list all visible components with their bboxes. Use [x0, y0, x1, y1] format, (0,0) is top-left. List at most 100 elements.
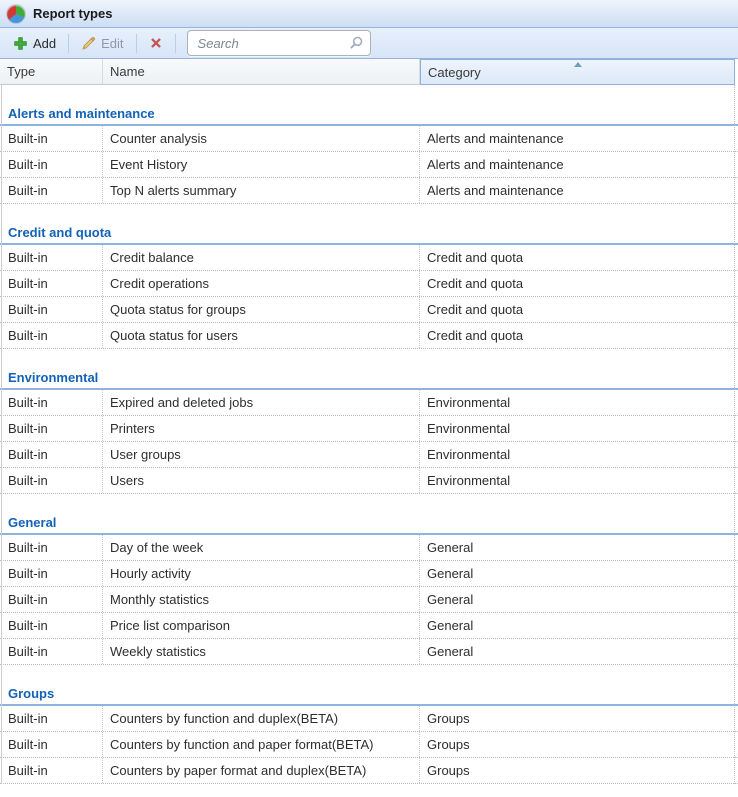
- category-group: Credit and quotaBuilt-inCredit balanceCr…: [0, 204, 738, 349]
- toolbar-separator: [68, 34, 69, 53]
- cell-type: Built-in: [0, 587, 103, 612]
- window-title: Report types: [33, 6, 112, 21]
- table-row[interactable]: Built-inTop N alerts summaryAlerts and m…: [0, 178, 738, 204]
- cell-category: Environmental: [420, 390, 734, 415]
- table-row[interactable]: Built-inCredit balanceCredit and quota: [0, 245, 738, 271]
- table-row[interactable]: Built-inWeekly statisticsGeneral: [0, 639, 738, 665]
- cell-type: Built-in: [0, 297, 103, 322]
- cell-name: Counters by paper format and duplex(BETA…: [103, 758, 420, 783]
- cell-name: Event History: [103, 152, 420, 177]
- column-header-row: Type Name Category: [0, 59, 738, 85]
- cell-name: Weekly statistics: [103, 639, 420, 664]
- category-group: GroupsBuilt-inCounters by function and d…: [0, 665, 738, 784]
- toolbar: Add Edit: [0, 28, 738, 59]
- group-header-label: Groups: [0, 665, 738, 704]
- cell-name: Expired and deleted jobs: [103, 390, 420, 415]
- table-row[interactable]: Built-inCounters by function and duplex(…: [0, 706, 738, 732]
- table-left-border: [1, 85, 2, 784]
- cell-category: Credit and quota: [420, 297, 734, 322]
- table-right-border: [734, 85, 735, 784]
- table-row[interactable]: Built-inCounters by function and paper f…: [0, 732, 738, 758]
- edit-button[interactable]: Edit: [76, 33, 128, 54]
- cell-category: Alerts and maintenance: [420, 178, 734, 203]
- delete-button[interactable]: [144, 33, 168, 53]
- cell-category: General: [420, 613, 734, 638]
- group-header-label: Credit and quota: [0, 204, 738, 243]
- cell-category: Environmental: [420, 442, 734, 467]
- group-header-label: General: [0, 494, 738, 533]
- cell-category: Groups: [420, 706, 734, 731]
- cell-name: Counters by function and paper format(BE…: [103, 732, 420, 757]
- cell-category: Credit and quota: [420, 323, 734, 348]
- cell-type: Built-in: [0, 416, 103, 441]
- table-row[interactable]: Built-inCounter analysisAlerts and maint…: [0, 126, 738, 152]
- table-row[interactable]: Built-inCounters by paper format and dup…: [0, 758, 738, 784]
- cell-type: Built-in: [0, 152, 103, 177]
- toolbar-separator: [175, 34, 176, 53]
- cell-name: Users: [103, 468, 420, 493]
- cell-type: Built-in: [0, 271, 103, 296]
- cell-type: Built-in: [0, 758, 103, 783]
- cell-type: Built-in: [0, 732, 103, 757]
- column-header-type[interactable]: Type: [0, 59, 103, 85]
- category-group: GeneralBuilt-inDay of the weekGeneralBui…: [0, 494, 738, 665]
- table-row[interactable]: Built-inUsersEnvironmental: [0, 468, 738, 494]
- table-row[interactable]: Built-inDay of the weekGeneral: [0, 535, 738, 561]
- category-group: Alerts and maintenanceBuilt-inCounter an…: [0, 85, 738, 204]
- column-header-category-label: Category: [428, 65, 481, 80]
- cell-category: General: [420, 639, 734, 664]
- cell-category: Environmental: [420, 468, 734, 493]
- column-header-name-label: Name: [110, 64, 145, 79]
- column-header-category[interactable]: Category: [420, 59, 735, 85]
- cell-name: Day of the week: [103, 535, 420, 560]
- table-row[interactable]: Built-inPrintersEnvironmental: [0, 416, 738, 442]
- cell-name: Counters by function and duplex(BETA): [103, 706, 420, 731]
- add-button[interactable]: Add: [8, 33, 61, 54]
- table-row[interactable]: Built-inExpired and deleted jobsEnvironm…: [0, 390, 738, 416]
- table-row[interactable]: Built-inEvent HistoryAlerts and maintena…: [0, 152, 738, 178]
- cell-category: Groups: [420, 732, 734, 757]
- table-row[interactable]: Built-inPrice list comparisonGeneral: [0, 613, 738, 639]
- cell-type: Built-in: [0, 178, 103, 203]
- search-input[interactable]: [196, 35, 348, 52]
- table-row[interactable]: Built-inUser groupsEnvironmental: [0, 442, 738, 468]
- cell-type: Built-in: [0, 126, 103, 151]
- cell-name: Credit balance: [103, 245, 420, 270]
- cell-type: Built-in: [0, 442, 103, 467]
- cell-name: Quota status for users: [103, 323, 420, 348]
- cell-type: Built-in: [0, 535, 103, 560]
- cell-type: Built-in: [0, 639, 103, 664]
- title-bar: Report types: [0, 0, 738, 28]
- cell-category: Credit and quota: [420, 245, 734, 270]
- table-row[interactable]: Built-inCredit operationsCredit and quot…: [0, 271, 738, 297]
- table-row[interactable]: Built-inQuota status for groupsCredit an…: [0, 297, 738, 323]
- plus-icon: [13, 36, 28, 51]
- column-header-name[interactable]: Name: [103, 59, 420, 85]
- search-box: [187, 30, 371, 56]
- cell-type: Built-in: [0, 468, 103, 493]
- toolbar-separator: [136, 34, 137, 53]
- cell-name: Top N alerts summary: [103, 178, 420, 203]
- cell-type: Built-in: [0, 390, 103, 415]
- cell-name: Price list comparison: [103, 613, 420, 638]
- cell-type: Built-in: [0, 561, 103, 586]
- table-row[interactable]: Built-inMonthly statisticsGeneral: [0, 587, 738, 613]
- group-header-label: Alerts and maintenance: [0, 85, 738, 124]
- cell-category: Groups: [420, 758, 734, 783]
- cell-category: Environmental: [420, 416, 734, 441]
- cell-type: Built-in: [0, 323, 103, 348]
- cell-type: Built-in: [0, 613, 103, 638]
- x-icon: [149, 36, 163, 50]
- add-button-label: Add: [33, 36, 56, 51]
- category-group: EnvironmentalBuilt-inExpired and deleted…: [0, 349, 738, 494]
- pencil-icon: [81, 36, 96, 51]
- cell-name: Quota status for groups: [103, 297, 420, 322]
- groups-host: Alerts and maintenanceBuilt-inCounter an…: [0, 85, 738, 784]
- cell-category: Alerts and maintenance: [420, 126, 734, 151]
- cell-name: Printers: [103, 416, 420, 441]
- table-row[interactable]: Built-inHourly activityGeneral: [0, 561, 738, 587]
- cell-category: Alerts and maintenance: [420, 152, 734, 177]
- table-row[interactable]: Built-inQuota status for usersCredit and…: [0, 323, 738, 349]
- magnifier-icon[interactable]: [348, 35, 364, 51]
- cell-category: General: [420, 535, 734, 560]
